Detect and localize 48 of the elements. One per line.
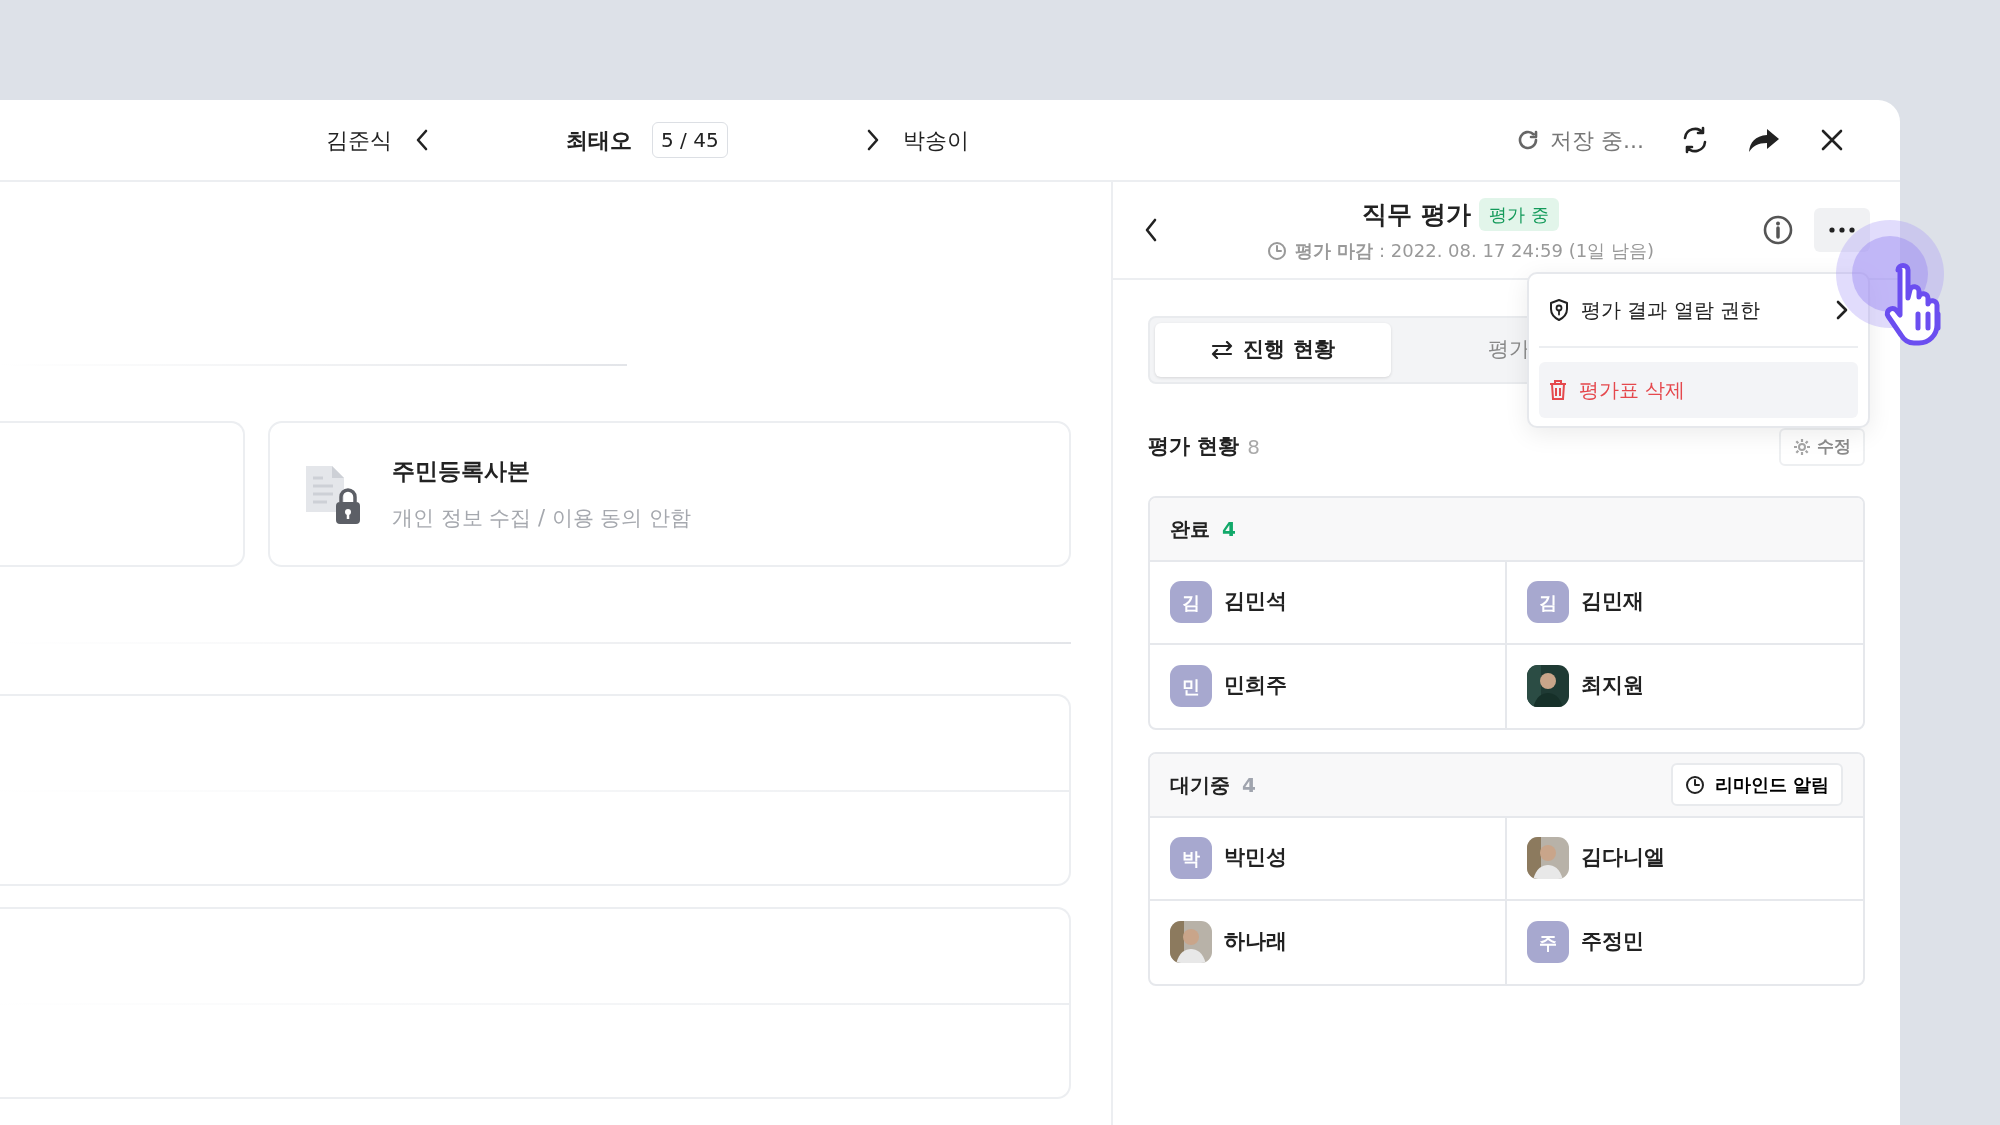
member-name: 하나래: [1224, 928, 1287, 956]
document-subtitle: 개인 정보 수집 / 이용 동의 안함: [392, 504, 692, 532]
group-count: 4: [1242, 771, 1256, 799]
group-title: 완료: [1170, 515, 1210, 543]
member-name: 최지원: [1580, 672, 1644, 700]
document-title: 주민등록사본: [392, 457, 531, 486]
member-name: 민희주: [1224, 672, 1287, 700]
tab[interactable]: 진행 현황: [1155, 323, 1391, 377]
deadline-text: 평가 마감 : 2022. 08. 17 24:59 (1일 남음): [1295, 239, 1654, 264]
gear-icon: [1793, 437, 1811, 456]
menu-item[interactable]: 평가표 삭제: [1539, 362, 1858, 418]
avatar: 김: [1526, 581, 1569, 623]
swap-arrows-icon: [1211, 341, 1234, 359]
trash-icon: [1549, 380, 1567, 400]
section-count: 8: [1247, 433, 1261, 461]
clock-icon: [1267, 240, 1288, 261]
shield-key-icon: [1549, 299, 1569, 321]
group-title: 대기중: [1170, 771, 1230, 799]
save-status: 저장 중...: [1550, 126, 1644, 155]
refresh-icon: [1516, 128, 1540, 152]
chevron-right-icon: [1836, 300, 1848, 320]
share-icon[interactable]: [1748, 127, 1780, 153]
next-name[interactable]: 박송이: [902, 123, 969, 157]
avatar: 박: [1170, 837, 1212, 879]
panel-title: 직무 평가: [1362, 198, 1471, 231]
position-counter: 5 / 45: [652, 122, 728, 158]
clock-icon: [1684, 774, 1705, 795]
member-name: 박민성: [1224, 844, 1287, 872]
member-name: 김다니엘: [1580, 844, 1665, 872]
avatar: 김: [1170, 581, 1212, 623]
info-icon[interactable]: [1762, 214, 1794, 246]
more-button[interactable]: [1814, 208, 1870, 252]
more-icon: [1829, 227, 1855, 233]
member-name: 주정민: [1580, 928, 1644, 956]
back-icon[interactable]: [1143, 217, 1159, 243]
chevron-left-icon[interactable]: [414, 128, 430, 152]
reminder-button[interactable]: 리마인드 알림: [1670, 763, 1843, 806]
avatar: 민: [1170, 665, 1212, 707]
avatar: 주: [1526, 921, 1569, 963]
document-card[interactable]: 주민등록사본 개인 정보 수집 / 이용 동의 안함: [268, 421, 1071, 567]
group-count: 4: [1222, 515, 1236, 543]
section-title: 평가 현황: [1148, 433, 1240, 460]
status-badge: 평가 중: [1479, 198, 1559, 231]
member-name: 김민재: [1580, 588, 1644, 616]
previous-name[interactable]: 김준식: [326, 123, 392, 157]
member-name: 김민석: [1224, 588, 1287, 616]
close-icon[interactable]: [1820, 128, 1844, 152]
current-name: 최태오: [566, 126, 632, 155]
